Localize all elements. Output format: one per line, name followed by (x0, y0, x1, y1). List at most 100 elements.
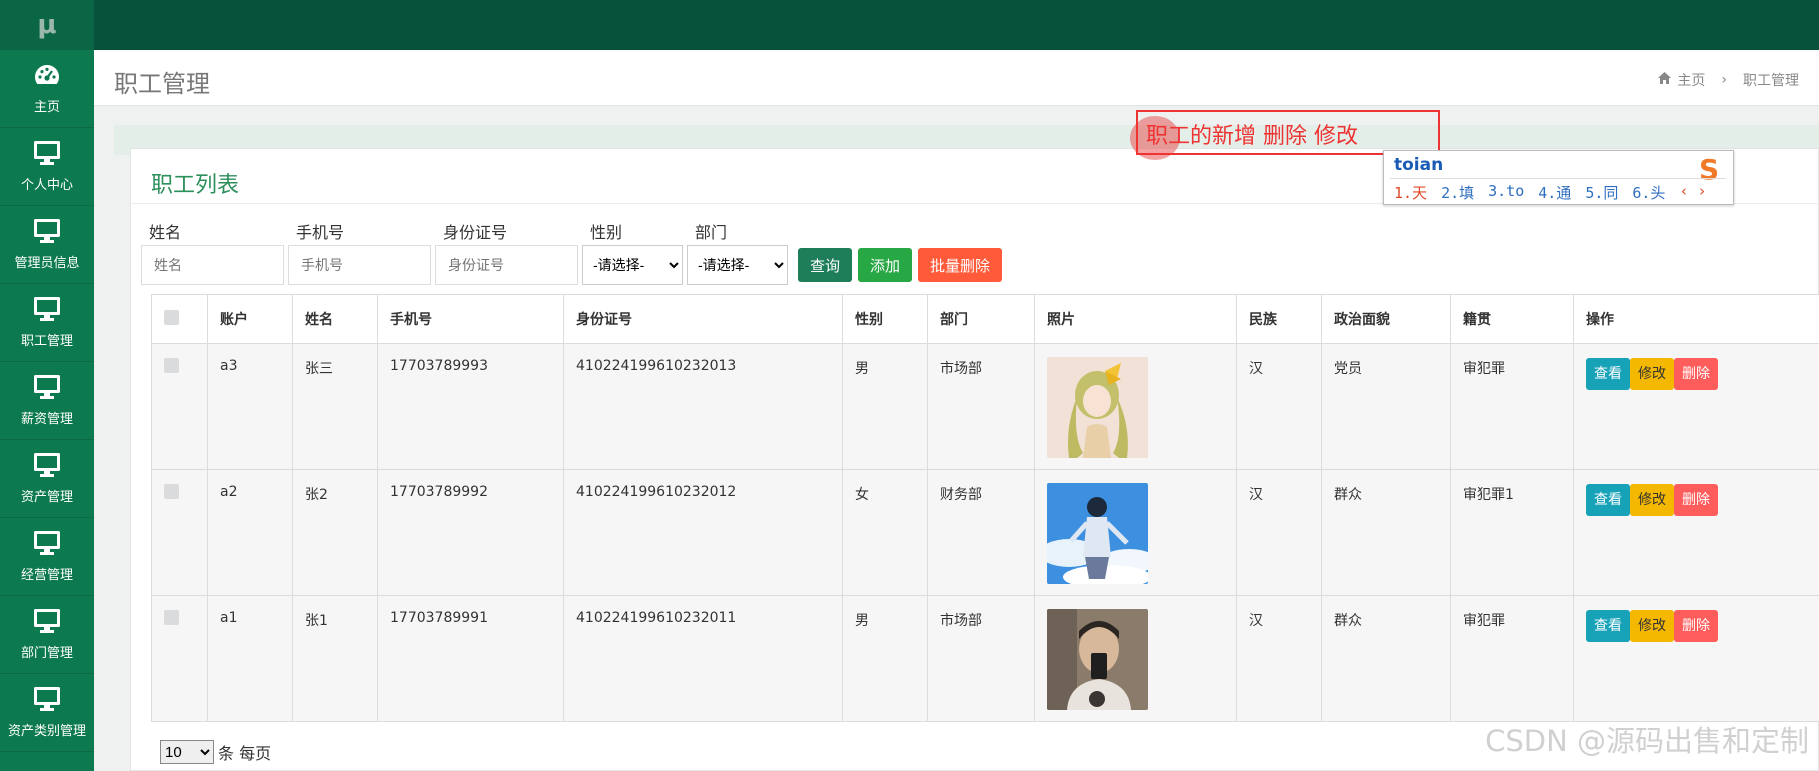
ime-candidate[interactable]: 2.填 (1441, 182, 1474, 203)
monitor-icon (33, 452, 61, 478)
cell-political: 群众 (1321, 595, 1451, 722)
cell-actions: 查看 修改 删除 (1573, 595, 1819, 722)
edit-button[interactable]: 修改 (1630, 484, 1674, 516)
cell-gender: 男 (842, 595, 928, 722)
cell-political: 党员 (1321, 343, 1451, 470)
dept-select[interactable]: -请选择- (687, 245, 788, 285)
sidebar-item-personal-center[interactable]: 个人中心 (0, 128, 94, 206)
staff-list-card: 职工列表 姓名 手机号 身份证号 性别 -请选择- 部门 -请选择- 查询 添加… (130, 148, 1819, 771)
cell-gender: 女 (842, 469, 928, 596)
monitor-icon (33, 140, 61, 166)
sidebar-item-home[interactable]: 主页 (0, 50, 94, 128)
sogou-logo-icon: S (1699, 153, 1720, 186)
sidebar-item-label: 资产类别管理 (7, 724, 86, 739)
filter-bar: 姓名 手机号 身份证号 性别 -请选择- 部门 -请选择- 查询 添加 批量删除 (141, 219, 1003, 285)
monitor-icon (33, 608, 61, 634)
cell-name: 张1 (292, 595, 378, 722)
ime-candidate[interactable]: 3.to (1488, 182, 1524, 203)
sidebar-item-staff-management[interactable]: 职工管理 (0, 284, 94, 362)
ime-candidate[interactable]: 5.同 (1585, 182, 1618, 203)
row-select-cell (151, 469, 208, 596)
query-button[interactable]: 查询 (798, 248, 853, 282)
name-input[interactable] (141, 245, 284, 285)
cell-native-place: 审犯罪 (1450, 343, 1574, 470)
filter-phone: 手机号 (288, 219, 431, 285)
idcard-input[interactable] (435, 245, 578, 285)
edit-button[interactable]: 修改 (1630, 358, 1674, 390)
ime-candidate[interactable]: 4.通 (1538, 182, 1571, 203)
batch-delete-button[interactable]: 批量删除 (918, 248, 1003, 282)
cell-ethnicity: 汉 (1236, 595, 1322, 722)
cell-idcard: 410224199610232013 (563, 343, 843, 470)
sidebar-item-label: 经营管理 (20, 568, 73, 583)
app-logo[interactable]: μ (0, 0, 94, 50)
cell-account: a2 (207, 469, 293, 596)
select-all-checkbox[interactable] (164, 309, 179, 325)
sidebar-item-asset-management[interactable]: 资产管理 (0, 440, 94, 518)
ime-divider (1390, 178, 1726, 179)
gender-select[interactable]: -请选择- (582, 245, 683, 285)
cell-ethnicity: 汉 (1236, 469, 1322, 596)
phone-input[interactable] (288, 245, 431, 285)
cell-account: a1 (207, 595, 293, 722)
row-checkbox[interactable] (164, 358, 179, 373)
edit-button[interactable]: 修改 (1630, 610, 1674, 642)
page-size-suffix: 条 每页 (218, 744, 272, 763)
monitor-icon (33, 296, 61, 322)
sidebar-item-salary-management[interactable]: 薪资管理 (0, 362, 94, 440)
cell-political: 群众 (1321, 469, 1451, 596)
sidebar-item-department-management[interactable]: 部门管理 (0, 596, 94, 674)
select-all-cell (151, 294, 208, 344)
cell-phone: 17703789991 (377, 595, 564, 722)
monitor-icon (33, 686, 61, 712)
row-select-cell (151, 343, 208, 470)
sidebar-item-asset-category-management[interactable]: 资产类别管理 (0, 674, 94, 752)
home-icon (1658, 72, 1672, 88)
employee-photo (1047, 609, 1148, 710)
filter-phone-label: 手机号 (296, 223, 345, 242)
breadcrumb-home[interactable]: 主页 (1677, 70, 1705, 90)
sidebar-item-business-management[interactable]: 经营管理 (0, 518, 94, 596)
cell-photo (1034, 343, 1237, 470)
ime-page-nav[interactable]: ‹ › (1679, 182, 1706, 203)
sidebar-item-label: 个人中心 (20, 178, 73, 193)
view-button[interactable]: 查看 (1586, 610, 1630, 642)
ime-candidate[interactable]: 6.头 (1632, 182, 1665, 203)
sidebar: μ 主页 个人中心 管理员信息 职工管理 薪资管理 资产管理 经营管理 部门管理… (0, 0, 94, 771)
cell-actions: 查看 修改 删除 (1573, 343, 1819, 470)
page-size-select[interactable]: 10 (160, 740, 214, 764)
sidebar-item-label: 管理员信息 (14, 256, 80, 271)
cell-native-place: 审犯罪 (1450, 595, 1574, 722)
cell-dept: 财务部 (927, 469, 1035, 596)
ime-composition: toian (1394, 155, 1444, 175)
monitor-icon (33, 530, 61, 556)
filter-idcard: 身份证号 (435, 219, 578, 285)
view-button[interactable]: 查看 (1586, 358, 1630, 390)
top-bar (94, 0, 1819, 50)
delete-button[interactable]: 删除 (1674, 484, 1718, 516)
row-checkbox[interactable] (164, 484, 179, 499)
ime-candidate[interactable]: 1.天 (1394, 182, 1427, 203)
view-button[interactable]: 查看 (1586, 484, 1630, 516)
annotation-box: 职工的新增 删除 修改 (1136, 110, 1440, 155)
sidebar-item-label: 主页 (33, 100, 60, 115)
delete-button[interactable]: 删除 (1674, 358, 1718, 390)
filter-name-label: 姓名 (149, 223, 182, 242)
delete-button[interactable]: 删除 (1674, 610, 1718, 642)
table-row: a2 张2 17703789992 410224199610232012 女 财… (151, 469, 1819, 596)
filter-gender-label: 性别 (590, 223, 623, 242)
employee-photo (1047, 357, 1148, 458)
col-dept: 部门 (927, 294, 1035, 344)
cell-dept: 市场部 (927, 343, 1035, 470)
sidebar-item-admin-info[interactable]: 管理员信息 (0, 206, 94, 284)
cell-phone: 17703789992 (377, 469, 564, 596)
cell-account: a3 (207, 343, 293, 470)
filter-gender: 性别 -请选择- (582, 219, 683, 285)
watermark: CSDN @源码出售和定制 (1485, 724, 1809, 758)
col-photo: 照片 (1034, 294, 1237, 344)
cell-phone: 17703789993 (377, 343, 564, 470)
add-button[interactable]: 添加 (858, 248, 913, 282)
col-actions: 操作 (1573, 294, 1819, 344)
monitor-icon (33, 374, 61, 400)
row-checkbox[interactable] (164, 610, 179, 625)
